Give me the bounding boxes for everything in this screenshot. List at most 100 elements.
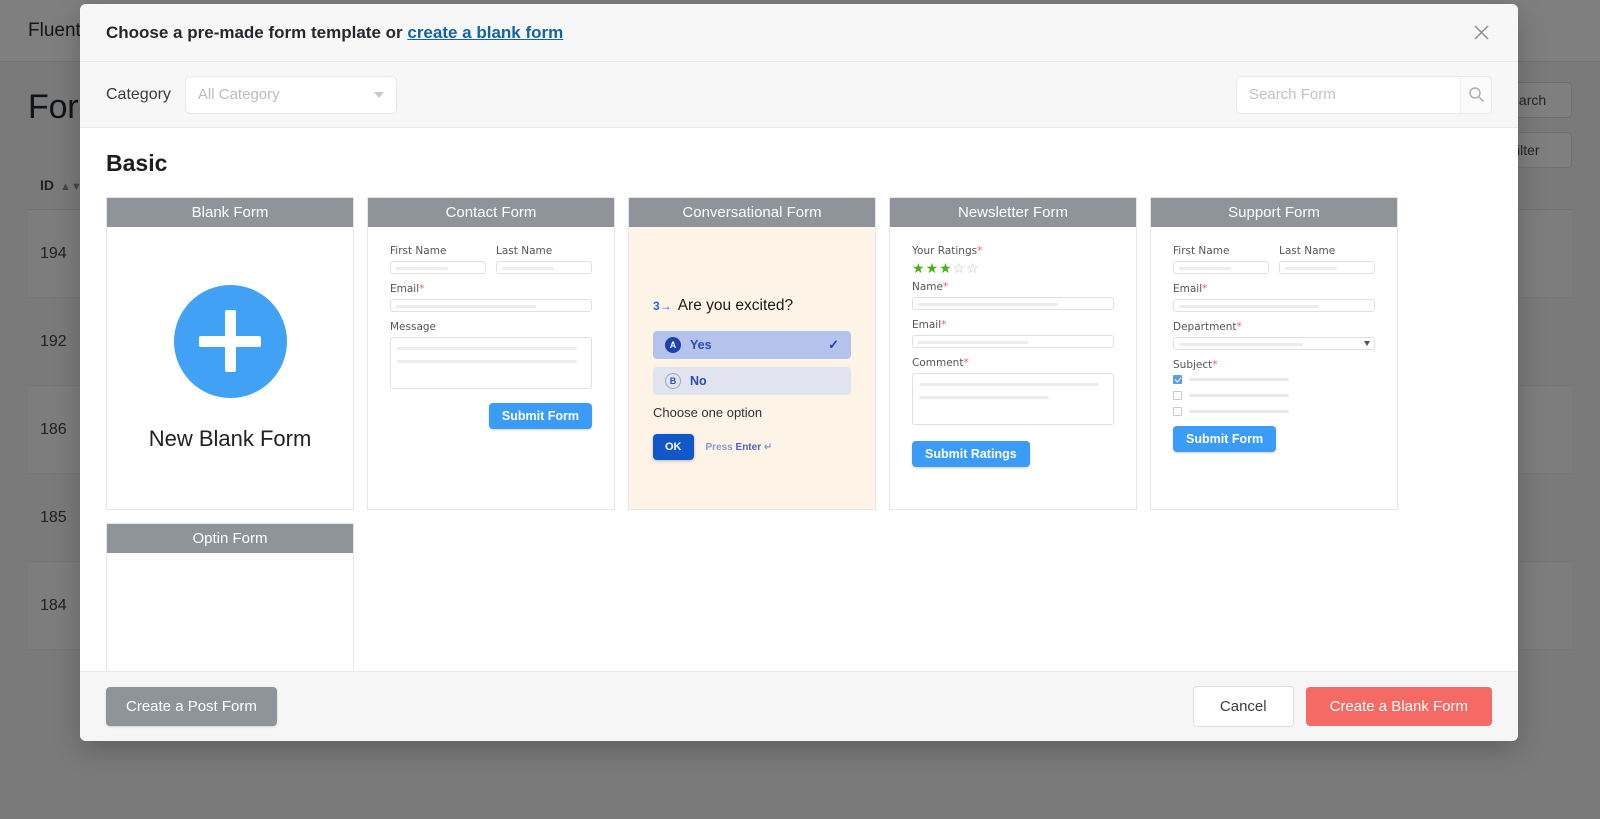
option-key-b: B (665, 373, 681, 389)
submit-form-button: Submit Form (1173, 426, 1277, 452)
required-marker: * (1212, 359, 1218, 371)
star-empty-icon: ☆ (966, 260, 980, 276)
template-card-newsletter-form[interactable]: Newsletter Form Your Ratings* ★★★☆☆ Name… (889, 197, 1137, 510)
card-title: Support Form (1151, 198, 1397, 227)
card-preview: First Name Last Name Email* Message Subm… (368, 227, 614, 509)
check-icon: ✓ (828, 337, 839, 352)
category-select-value: All Category (197, 86, 280, 103)
option-yes: A Yes ✓ (653, 331, 851, 359)
field-label-subject: Subject* (1173, 359, 1218, 371)
submit-ratings-button: Submit Ratings (912, 441, 1030, 467)
star-empty-icon: ☆ (952, 260, 967, 276)
template-chooser-modal: Choose a pre-made form template or creat… (80, 4, 1518, 741)
checkbox-checked-icon (1173, 375, 1182, 384)
field-label-department: Department* (1173, 321, 1242, 333)
option-label-no: No (690, 374, 707, 388)
option-no: B No (653, 367, 851, 395)
checkbox-row (1173, 391, 1375, 400)
field-label-email: Email* (390, 283, 425, 295)
field-input-email (390, 299, 592, 312)
modal-body: Basic Blank Form New Blank Form Contact … (80, 128, 1518, 671)
template-card-conversational-form[interactable]: Conversational Form 3→ Are you excited? … (628, 197, 876, 510)
checkbox-row (1173, 375, 1375, 384)
new-blank-form-label: New Blank Form (148, 425, 312, 451)
field-label-ratings: Your Ratings* (912, 245, 983, 257)
close-icon[interactable] (1468, 20, 1494, 46)
card-title: Newsletter Form (890, 198, 1136, 227)
plus-circle-icon (173, 284, 287, 398)
option-key-a: A (665, 337, 681, 353)
cancel-button[interactable]: Cancel (1192, 686, 1294, 727)
field-label-name: Name* (912, 281, 949, 293)
required-marker: * (1236, 321, 1242, 333)
field-label-email: Email* (912, 319, 947, 331)
modal-header: Choose a pre-made form template or creat… (80, 4, 1518, 62)
required-marker: * (963, 357, 969, 369)
field-input-last-name (496, 261, 592, 274)
field-label-email: Email* (1173, 283, 1208, 295)
card-preview: First Name Last Name Email* Department* … (1151, 227, 1397, 509)
required-marker: * (942, 281, 949, 293)
card-title: Contact Form (368, 198, 614, 227)
template-cards-grid: Blank Form New Blank Form Contact Form F… (106, 197, 1492, 671)
field-label-first-name: First Name (390, 245, 447, 257)
step-number: 3→ (653, 299, 672, 313)
chevron-down-icon (373, 91, 384, 98)
submit-form-button: Submit Form (488, 403, 592, 429)
choose-one-hint: Choose one option (653, 405, 763, 420)
field-input-name (912, 297, 1114, 310)
field-input-first-name (1173, 261, 1269, 274)
template-card-optin-form[interactable]: Optin Form (106, 523, 354, 671)
press-enter-hint: Press Enter ↵ (705, 441, 773, 453)
section-title-basic: Basic (106, 150, 168, 176)
card-title: Optin Form (107, 524, 353, 553)
field-select-department (1173, 337, 1375, 350)
card-preview: 3→ Are you excited? A Yes ✓ B No Choose … (629, 227, 875, 509)
star-rating: ★★★☆☆ (912, 261, 1114, 275)
modal-filter-bar: Category All Category (80, 62, 1518, 128)
create-blank-form-link[interactable]: create a blank form (407, 23, 563, 42)
search-input[interactable] (1237, 76, 1460, 113)
card-preview: New Blank Form (107, 227, 353, 509)
field-label-first-name: First Name (1173, 245, 1230, 257)
template-card-support-form[interactable]: Support Form First Name Last Name Email* (1150, 197, 1398, 510)
card-title: Blank Form (107, 198, 353, 227)
modal-title: Choose a pre-made form template or creat… (106, 23, 563, 43)
field-input-first-name (390, 261, 486, 274)
field-input-email (912, 335, 1114, 348)
field-label-message: Message (390, 321, 437, 333)
question-text: Are you excited? (677, 297, 794, 314)
modal-title-text: Choose a pre-made form template or (106, 22, 403, 42)
star-filled-icon: ★ (912, 260, 926, 276)
checkbox-row (1173, 407, 1375, 416)
checkbox-icon (1173, 407, 1182, 416)
create-post-form-button[interactable]: Create a Post Form (106, 687, 277, 726)
field-input-email (1173, 299, 1375, 312)
field-label-last-name: Last Name (496, 245, 553, 257)
field-textarea-comment (912, 373, 1114, 425)
required-marker: * (419, 283, 425, 295)
ok-button: OK (653, 434, 694, 460)
field-input-last-name (1279, 261, 1375, 274)
field-label-last-name: Last Name (1279, 245, 1336, 257)
star-filled-icon: ★ (939, 260, 953, 276)
card-preview: Your Ratings* ★★★☆☆ Name* Email* Comment… (890, 227, 1136, 509)
template-card-contact-form[interactable]: Contact Form First Name Last Name Email* (367, 197, 615, 510)
search-icon[interactable] (1460, 76, 1491, 113)
required-marker: * (941, 319, 947, 331)
field-textarea-message (390, 337, 592, 389)
modal-footer: Create a Post Form Cancel Create a Blank… (80, 671, 1518, 741)
star-filled-icon: ★ (925, 260, 940, 276)
option-label-yes: Yes (690, 338, 712, 352)
required-marker: * (977, 245, 983, 257)
card-title: Conversational Form (629, 198, 875, 227)
required-marker: * (1202, 283, 1208, 295)
search-form-wrapper (1236, 75, 1492, 114)
create-blank-form-button[interactable]: Create a Blank Form (1305, 687, 1492, 726)
caret-down-icon (1364, 341, 1370, 346)
template-card-blank-form[interactable]: Blank Form New Blank Form (106, 197, 354, 510)
category-select[interactable]: All Category (184, 75, 397, 114)
field-label-comment: Comment* (912, 357, 969, 369)
checkbox-icon (1173, 391, 1182, 400)
category-label: Category (106, 85, 171, 103)
